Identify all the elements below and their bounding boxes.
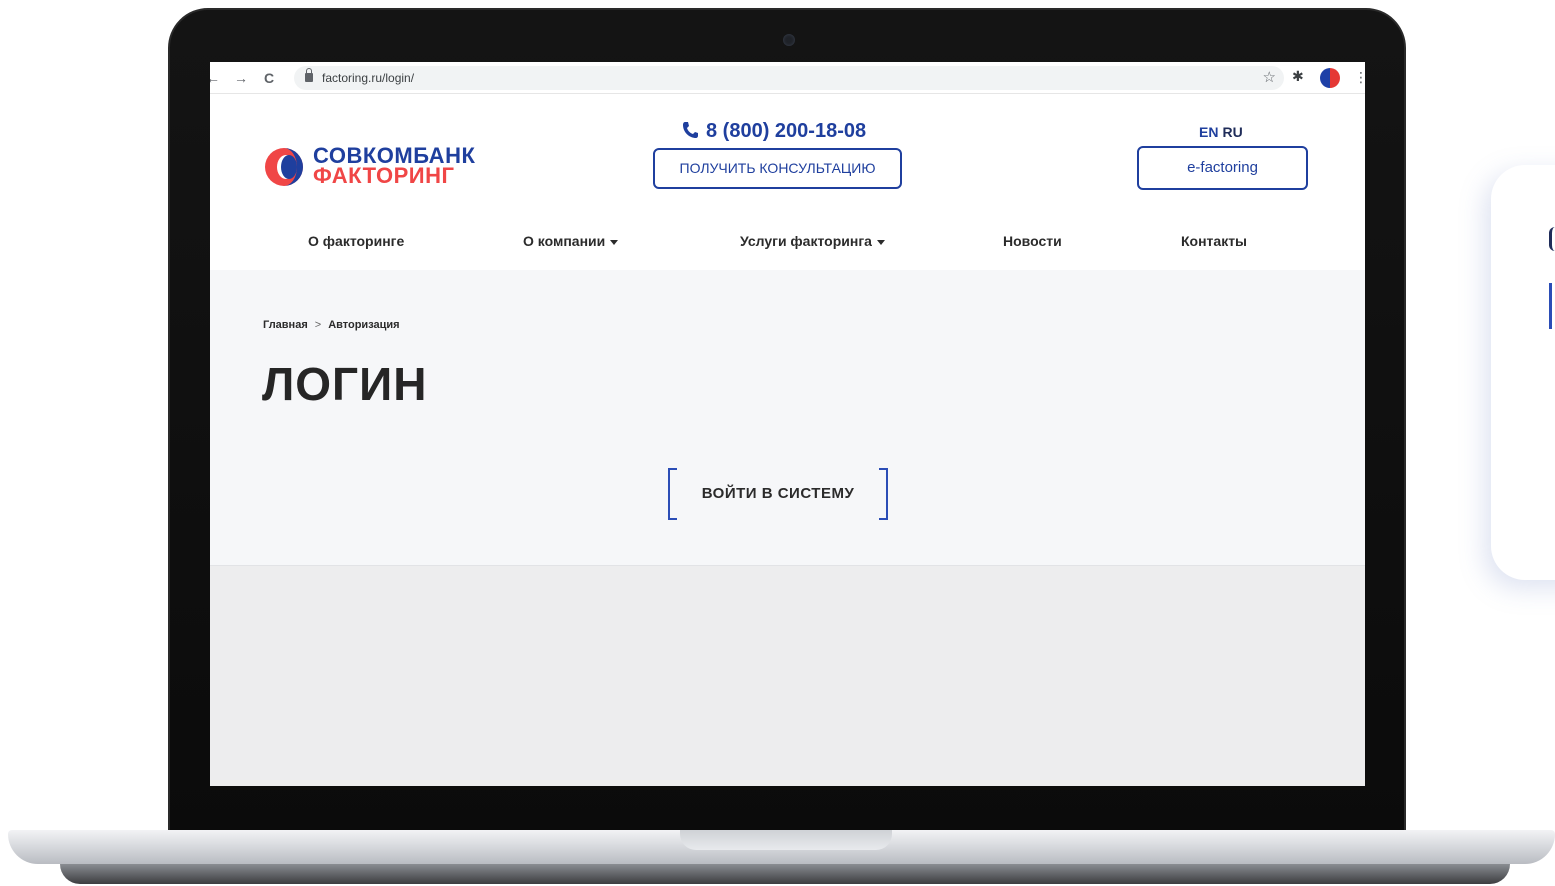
nav-item-about-factoring[interactable]: О факторинге xyxy=(308,232,404,250)
address-bar[interactable]: factoring.ru/login/ ☆ xyxy=(294,66,1284,90)
login-button-label: ВОЙТИ В СИСТЕМУ xyxy=(701,485,855,502)
nav-item-about-company[interactable]: О компании xyxy=(523,232,619,250)
laptop-foot xyxy=(60,864,1510,884)
main-content: Главная > Авторизация ЛОГИН ВОЙТИ В СИСТЕМ… xyxy=(210,270,1365,566)
lang-en-link[interactable]: EN xyxy=(1199,124,1218,140)
nav-item-factoring-services[interactable]: Услуги факторинга xyxy=(740,232,885,250)
caret-down-icon xyxy=(610,239,619,245)
logo-text-factoring: ФАКТОРИНГ xyxy=(313,163,455,188)
browser-toolbar: ← → C factoring.ru/login/ ☆ ✱ ⋮ xyxy=(210,62,1365,94)
nav-item-label: Услуги факторинга xyxy=(740,233,872,249)
language-switcher: EN RU xyxy=(1199,124,1243,140)
login-button[interactable]: ВОЙТИ В СИСТЕМУ xyxy=(668,468,888,520)
side-card xyxy=(1491,165,1555,580)
forward-icon[interactable]: → xyxy=(234,68,248,88)
bookmark-star-icon[interactable]: ☆ xyxy=(1263,68,1276,86)
site-logo[interactable]: СОВКОМБАНК ФАКТОРИНГ xyxy=(263,142,503,192)
nav-item-label: О компании xyxy=(523,233,606,249)
lock-icon[interactable] xyxy=(305,68,313,82)
site-header: СОВКОМБАНК ФАКТОРИНГ 8 (800) 200-18-08 П… xyxy=(210,94,1365,270)
e-factoring-button[interactable]: e-factoring xyxy=(1137,146,1308,190)
logo-mark-icon xyxy=(265,148,303,186)
side-card-fragment xyxy=(1549,227,1555,251)
lang-ru-link[interactable]: RU xyxy=(1222,124,1242,140)
breadcrumb: Главная > Авторизация xyxy=(263,318,400,332)
phone-number: 8 (800) 200-18-08 xyxy=(706,120,867,142)
side-card-fragment xyxy=(1549,283,1555,329)
laptop-notch xyxy=(680,830,892,850)
laptop-screen: ← → C factoring.ru/login/ ☆ ✱ ⋮ СОВКОМБА… xyxy=(210,62,1365,786)
nav-item-label: Контакты xyxy=(1181,233,1248,249)
profile-avatar-icon[interactable] xyxy=(1320,68,1340,88)
extensions-icon[interactable]: ✱ xyxy=(1292,68,1304,85)
main-navigation: О факторинге О компании Услуги факторинг… xyxy=(210,228,1365,258)
nav-item-news[interactable]: Новости xyxy=(1003,232,1062,250)
nav-item-contacts[interactable]: Контакты xyxy=(1181,232,1247,250)
nav-item-label: О факторинге xyxy=(308,233,405,249)
bracket-right-decoration xyxy=(879,468,888,520)
phone-icon xyxy=(682,119,700,143)
reload-icon[interactable]: C xyxy=(264,68,274,88)
nav-item-label: Новости xyxy=(1003,233,1062,249)
browser-menu-icon[interactable]: ⋮ xyxy=(1354,67,1365,87)
breadcrumb-current: Авторизация xyxy=(328,319,400,331)
camera-icon xyxy=(783,34,795,46)
back-icon[interactable]: ← xyxy=(210,68,220,88)
breadcrumb-separator: > xyxy=(314,319,322,331)
caret-down-icon xyxy=(876,239,885,245)
page-title: ЛОГИН xyxy=(262,358,428,410)
address-bar-url: factoring.ru/login/ xyxy=(322,71,415,85)
phone-link[interactable]: 8 (800) 200-18-08 xyxy=(682,119,866,143)
breadcrumb-home-link[interactable]: Главная xyxy=(263,319,308,331)
get-consultation-button[interactable]: ПОЛУЧИТЬ КОНСУЛЬТАЦИЮ xyxy=(653,148,902,189)
